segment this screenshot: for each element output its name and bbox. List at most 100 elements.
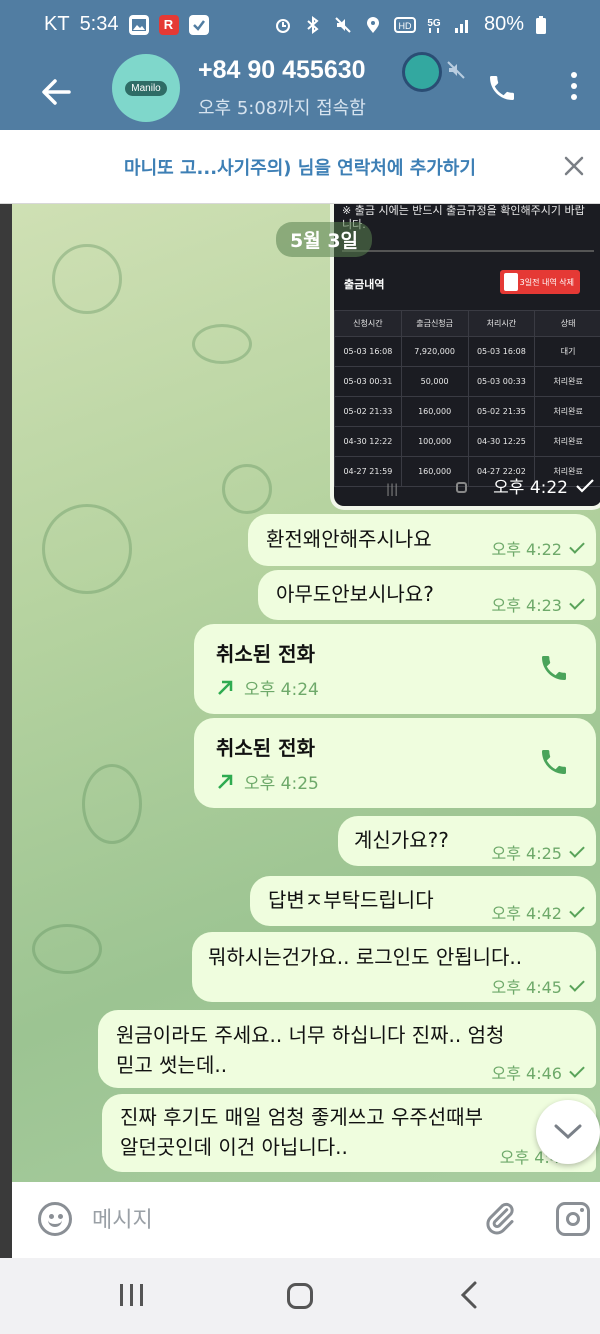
outgoing-message[interactable]: 아무도안보시나요? 오후 4:23	[258, 570, 596, 620]
r-app-icon: R	[158, 14, 179, 35]
call-back-phone-icon[interactable]	[538, 746, 570, 782]
call-meta: 오후 4:24	[216, 675, 319, 700]
avatar-logo: Manilo	[125, 80, 167, 96]
table-header-row: 신청시간 출금신청금 처리시간 상태	[334, 310, 600, 337]
message-meta: 오후 4:23	[492, 592, 585, 616]
message-meta: 오후 4:22	[493, 473, 594, 498]
message-text: 아무도안보시나요?	[276, 582, 434, 606]
message-time: 오후 4:45	[491, 978, 562, 997]
outgoing-message[interactable]: 환전왜안해주시나요 오후 4:22	[248, 514, 596, 566]
table-cell: 05-03 00:33	[467, 366, 536, 397]
wallpaper-doodle	[192, 324, 252, 364]
alarm-icon	[274, 16, 292, 34]
wallpaper-doodle	[32, 924, 102, 974]
system-navigation-bar	[0, 1258, 600, 1334]
outgoing-arrow-icon	[218, 774, 233, 789]
add-contact-text[interactable]: 마니또 고...사기주의) 님을 연락처에 추가하기	[0, 154, 600, 180]
location-icon	[364, 16, 382, 34]
call-title: 취소된 전화	[216, 736, 315, 760]
table-cell: 04-30 12:25	[467, 426, 536, 457]
table-cell: 대기	[534, 336, 600, 367]
background-app-edge	[0, 204, 12, 1258]
wallpaper-doodle	[52, 244, 122, 314]
outgoing-message[interactable]: 답변ㅈ부탁드립니다 오후 4:42	[250, 876, 596, 926]
sent-check-icon	[569, 902, 585, 918]
attachment-icon[interactable]	[482, 1200, 522, 1240]
close-icon[interactable]	[554, 146, 594, 186]
date-divider: 5월 3일	[276, 222, 373, 257]
message-text: 원금이라도 주세요.. 너무 하십니다 진짜.. 엄청 믿고 썻는데..	[116, 1020, 504, 1080]
photo-nav-home-icon	[456, 482, 467, 493]
call-back-phone-icon[interactable]	[538, 652, 570, 688]
recent-apps-icon[interactable]	[120, 1284, 143, 1306]
camera-icon[interactable]	[556, 1202, 590, 1236]
table-row: 04-30 12:22 100,000 04-30 12:25 처리완료	[334, 426, 600, 457]
table-header-cell: 신청시간	[334, 310, 402, 337]
message-time: 오후 4:42	[491, 904, 562, 923]
battery-level: 80%	[483, 13, 524, 35]
table-cell: 50,000	[400, 366, 469, 397]
table-row: 05-03 00:31 50,000 05-03 00:33 처리완료	[334, 366, 600, 397]
message-meta: 오후 4:22	[491, 536, 585, 560]
table-cell: 7,920,000	[400, 336, 469, 367]
outgoing-arrow-icon	[218, 680, 233, 695]
message-text: 답변ㅈ부탁드립니다	[268, 888, 434, 912]
table-cell: 05-03 16:08	[467, 336, 536, 367]
message-line: 믿고 썻는데..	[116, 1053, 228, 1077]
wallpaper-doodle	[222, 464, 272, 514]
message-line: 진짜 후기도 매일 엄청 좋게쓰고 우주선때부	[120, 1105, 483, 1129]
back-icon[interactable]	[460, 1280, 478, 1314]
scroll-to-bottom-button[interactable]	[536, 1100, 600, 1164]
outgoing-message[interactable]: 원금이라도 주세요.. 너무 하십니다 진짜.. 엄청 믿고 썻는데.. 오후 …	[98, 1010, 596, 1088]
svg-text:HD: HD	[398, 21, 411, 31]
cancelled-call-message[interactable]: 취소된 전화 오후 4:24	[194, 624, 596, 714]
message-text: 계신가요??	[354, 828, 449, 852]
sent-check-icon	[569, 538, 585, 554]
add-contact-banner[interactable]: 마니또 고...사기주의) 님을 연락처에 추가하기	[0, 130, 600, 204]
outgoing-message[interactable]: 진짜 후기도 매일 엄청 좋게쓰고 우주선때부 알던곳인데 이건 아닙니다.. …	[102, 1094, 596, 1172]
avatar[interactable]: Manilo	[112, 54, 180, 122]
message-meta: 오후 4:25	[492, 840, 585, 864]
chevron-down-icon	[554, 1124, 582, 1140]
photo-notice-text: ※ 출금 시에는 반드시 출금규정을 확인해주시기 바랍니다.	[342, 204, 585, 231]
table-cell: 처리완료	[534, 396, 600, 427]
more-vertical-icon[interactable]	[556, 66, 592, 106]
emoji-icon[interactable]	[38, 1202, 72, 1236]
cancelled-call-message[interactable]: 취소된 전화 오후 4:25	[194, 718, 596, 808]
phone-icon[interactable]	[482, 68, 522, 108]
battery-icon	[536, 15, 554, 34]
outgoing-message[interactable]: 계신가요?? 오후 4:25	[338, 816, 596, 866]
outgoing-message[interactable]: 뭐하시는건가요.. 로그인도 안됩니다.. 오후 4:45	[192, 932, 596, 1002]
muted-chat-icon	[446, 60, 466, 84]
back-arrow-icon[interactable]	[36, 72, 76, 112]
chat-title[interactable]: +84 90 455630	[198, 56, 428, 85]
5g-icon: 5G	[424, 16, 442, 34]
wallpaper-doodle	[42, 504, 132, 594]
message-input-bar	[12, 1182, 600, 1258]
chat-messages-area[interactable]: 5월 3일 ※ 출금 시에는 반드시 출금규정을 확인해주시기 바랍니다. 출금…	[12, 204, 600, 1182]
table-row: 05-03 16:08 7,920,000 05-03 16:08 대기	[334, 336, 600, 367]
svg-text:5G: 5G	[427, 18, 441, 29]
status-bar: KT 5:34 R HD 5G 80%	[0, 0, 600, 52]
table-header-cell: 상태	[534, 310, 600, 337]
message-text: 환전왜안해주시나요	[266, 527, 432, 551]
message-line: 원금이라도 주세요.. 너무 하십니다 진짜.. 엄청	[116, 1023, 505, 1047]
hd-icon: HD	[393, 16, 416, 34]
call-meta: 오후 4:25	[216, 769, 319, 794]
table-cell: 160,000	[400, 396, 469, 427]
photo-message[interactable]: ※ 출금 시에는 반드시 출금규정을 확인해주시기 바랍니다. 출금내역 3일전…	[330, 204, 600, 510]
home-icon[interactable]	[287, 1283, 313, 1309]
message-time: 오후 4:46	[491, 1064, 562, 1083]
sent-check-icon	[569, 976, 585, 992]
message-time: 오후 4:22	[491, 540, 562, 559]
call-time: 오후 4:24	[244, 680, 319, 700]
clock: 5:34	[79, 13, 119, 35]
message-input[interactable]	[92, 1202, 452, 1238]
wallpaper-doodle	[82, 764, 142, 844]
carrier-label: KT	[44, 13, 70, 35]
sent-check-icon	[569, 594, 585, 610]
call-time: 오후 4:25	[244, 774, 319, 794]
message-text: 뭐하시는건가요.. 로그인도 안됩니다..	[208, 945, 523, 969]
mute-icon	[334, 16, 352, 34]
sent-check-icon	[576, 478, 594, 493]
